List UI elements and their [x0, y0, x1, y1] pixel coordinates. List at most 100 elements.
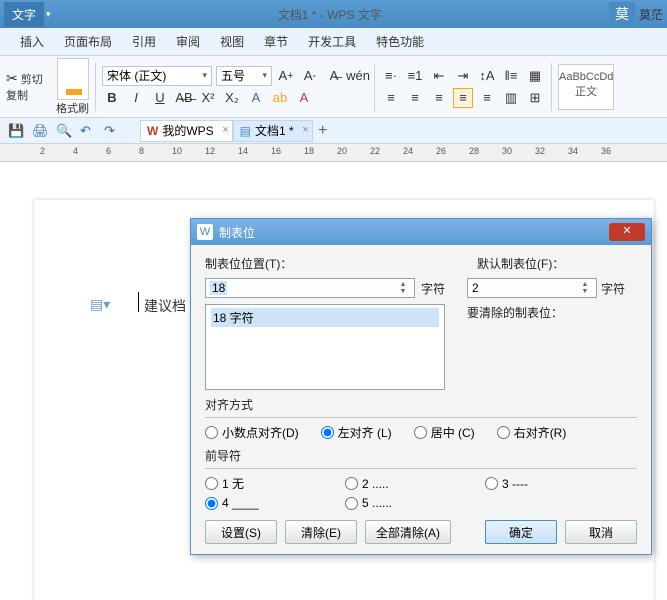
highlight-button[interactable]: ab — [270, 88, 290, 108]
menu-layout[interactable]: 页面布局 — [64, 33, 112, 50]
border-button[interactable]: ▦ — [525, 66, 545, 86]
dialog-titlebar[interactable]: W 制表位 ✕ — [191, 219, 651, 245]
style-preview[interactable]: AaBbCcDd 正文 — [558, 64, 614, 110]
ruler-tick: 36 — [601, 146, 611, 156]
numbering-button[interactable]: ≡1 — [405, 66, 425, 86]
spinner-icon[interactable]: ▲▼ — [396, 281, 410, 295]
ruler[interactable]: 24681012141618202224262830323436 — [0, 144, 667, 162]
leader-4-radio[interactable]: 4 ____ — [205, 496, 305, 510]
format-painter-label: 格式刷 — [56, 100, 89, 116]
menu-review[interactable]: 审阅 — [176, 33, 200, 50]
leader-3-radio[interactable]: 3 ---- — [485, 475, 585, 492]
leader-2-radio[interactable]: 2 ..... — [345, 475, 445, 492]
distribute-button[interactable]: ≡ — [477, 88, 497, 108]
tab-position-list[interactable]: 18 字符 — [205, 304, 445, 390]
menu-view[interactable]: 视图 — [220, 33, 244, 50]
align-center-radio[interactable]: 居中 (C) — [414, 424, 475, 441]
tab-label: 文档1 * — [255, 122, 294, 139]
align-right-button[interactable]: ≡ — [429, 88, 449, 108]
quick-access-row: 💾 🖨 🔍 ↶ ↷ W 我的WPS × ▤ 文档1 * × + — [0, 118, 667, 144]
radio-label: 1 无 — [222, 475, 244, 492]
shrink-font-button[interactable]: A- — [300, 66, 320, 86]
bullets-button[interactable]: ≡· — [381, 66, 401, 86]
text-dir-button[interactable]: ↕A — [477, 66, 497, 86]
leader-radios-2: 4 ____ 5 ...... — [205, 496, 637, 510]
add-tab-button[interactable]: + — [313, 122, 333, 140]
cut-button[interactable]: ✂ 剪切 — [6, 70, 50, 87]
preview-icon[interactable]: 🔍 — [56, 123, 72, 139]
clear-button[interactable]: 清除(E) — [285, 520, 357, 544]
menu-chapter[interactable]: 章节 — [264, 33, 288, 50]
redo-icon[interactable]: ↷ — [104, 123, 120, 139]
ruler-tick: 32 — [535, 146, 545, 156]
ruler-tick: 4 — [73, 146, 78, 156]
strike-button[interactable]: A̶B̶ — [174, 88, 194, 108]
shading-button[interactable]: ▥ — [501, 88, 521, 108]
leader-5-radio[interactable]: 5 ...... — [345, 496, 445, 510]
tabs-button[interactable]: ⊞ — [525, 88, 545, 108]
close-icon[interactable]: × — [222, 124, 228, 136]
ruler-tick: 10 — [172, 146, 182, 156]
align-left-radio[interactable]: 左对齐 (L) — [321, 424, 392, 441]
superscript-button[interactable]: X² — [198, 88, 218, 108]
tab-mywps[interactable]: W 我的WPS × — [140, 120, 233, 142]
ruler-tick: 20 — [337, 146, 347, 156]
align-left-button[interactable]: ≡ — [381, 88, 401, 108]
separator — [205, 417, 637, 418]
save-icon[interactable]: 💾 — [8, 123, 24, 139]
clear-format-button[interactable]: A̶ — [324, 66, 344, 86]
print-icon[interactable]: 🖨 — [32, 123, 48, 139]
tab-position-value: 18 — [210, 281, 227, 295]
wps-logo-icon: W — [147, 124, 158, 138]
doc-tab-bar: W 我的WPS × ▤ 文档1 * × + — [140, 119, 333, 143]
radio-label: 右对齐(R) — [514, 424, 567, 441]
font-color-button[interactable]: A — [246, 88, 266, 108]
undo-icon[interactable]: ↶ — [80, 123, 96, 139]
ruler-tick: 14 — [238, 146, 248, 156]
cancel-button[interactable]: 取消 — [565, 520, 637, 544]
align-decimal-radio[interactable]: 小数点对齐(D) — [205, 424, 299, 441]
indent-inc-button[interactable]: ⇥ — [453, 66, 473, 86]
copy-button[interactable]: 复制 — [6, 87, 50, 103]
align-justify-button[interactable]: ≡ — [453, 88, 473, 108]
app-menu-button[interactable]: 文字 — [4, 2, 44, 27]
bold-button[interactable]: B — [102, 88, 122, 108]
user-badge[interactable]: 莫 — [609, 2, 635, 26]
font-name-combo[interactable]: 宋体 (正文)▾ — [102, 66, 212, 86]
text-color-button[interactable]: A — [294, 88, 314, 108]
ruler-tick: 12 — [205, 146, 215, 156]
menu-special[interactable]: 特色功能 — [376, 33, 424, 50]
align-right-radio[interactable]: 右对齐(R) — [497, 424, 567, 441]
italic-button[interactable]: I — [126, 88, 146, 108]
ok-button[interactable]: 确定 — [485, 520, 557, 544]
title-bar: 文字 ▾ 文档1 * - WPS 文字 莫 莫茫 — [0, 0, 667, 28]
list-item[interactable]: 18 字符 — [211, 308, 439, 327]
tab-doc1[interactable]: ▤ 文档1 * × — [233, 120, 313, 142]
spinner-icon[interactable]: ▲▼ — [578, 281, 592, 295]
set-button[interactable]: 设置(S) — [205, 520, 277, 544]
radio-label: 5 ...... — [362, 496, 392, 510]
tab-position-input[interactable]: 18 ▲▼ — [205, 278, 415, 298]
menu-dev[interactable]: 开发工具 — [308, 33, 356, 50]
separator — [374, 63, 375, 111]
phonetic-button[interactable]: wén — [348, 66, 368, 86]
user-name[interactable]: 莫茫 — [635, 6, 667, 23]
close-icon[interactable]: × — [302, 124, 308, 136]
menu-insert[interactable]: 插入 — [20, 33, 44, 50]
menu-reference[interactable]: 引用 — [132, 33, 156, 50]
leader-1-radio[interactable]: 1 无 — [205, 475, 305, 492]
indent-dec-button[interactable]: ⇤ — [429, 66, 449, 86]
font-group: 宋体 (正文)▾ 五号▾ A+ A- A̶ wén B I U A̶B̶ X² … — [102, 66, 368, 108]
align-center-button[interactable]: ≡ — [405, 88, 425, 108]
radio-label: 2 ..... — [362, 477, 389, 491]
line-spacing-button[interactable]: ‖≡ — [501, 66, 521, 86]
underline-button[interactable]: U — [150, 88, 170, 108]
menu-bar: 插入 页面布局 引用 审阅 视图 章节 开发工具 特色功能 — [0, 28, 667, 56]
close-button[interactable]: ✕ — [609, 223, 645, 241]
format-painter-icon[interactable] — [57, 58, 89, 100]
grow-font-button[interactable]: A+ — [276, 66, 296, 86]
clear-all-button[interactable]: 全部清除(A) — [365, 520, 451, 544]
subscript-button[interactable]: X₂ — [222, 88, 242, 108]
font-size-combo[interactable]: 五号▾ — [216, 66, 272, 86]
default-tab-input[interactable]: 2 ▲▼ — [467, 278, 597, 298]
